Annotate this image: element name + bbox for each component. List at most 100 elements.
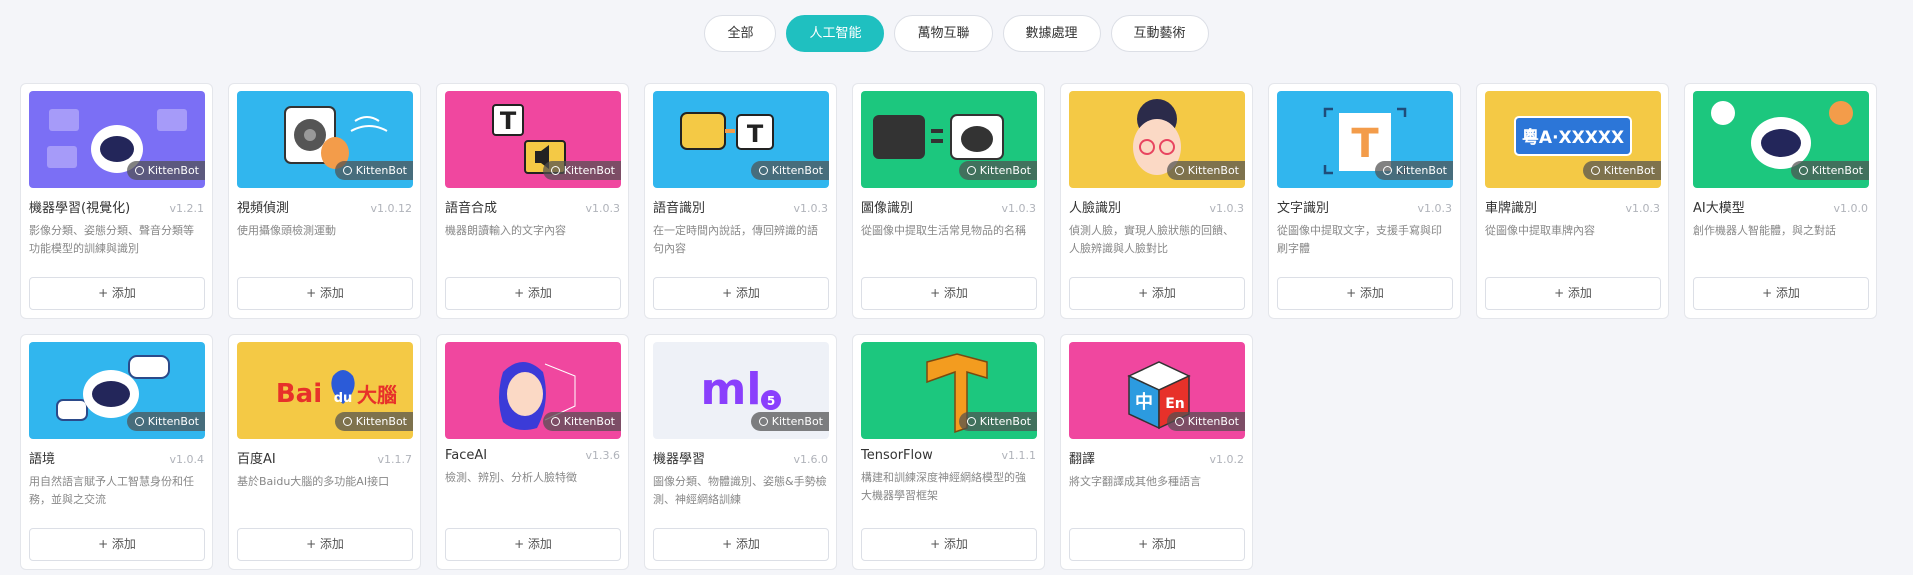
extension-thumbnail: ml 5 KittenBot — [653, 342, 829, 439]
extension-description: 將文字翻譯成其他多種語言 — [1069, 475, 1201, 488]
author-badge: KittenBot — [334, 161, 413, 180]
extension-card[interactable]: KittenBot 視頻偵測 v1.0.12 使用攝像頭檢測運動 + 添加 — [228, 83, 421, 319]
card-title-row: 語境 v1.0.4 — [29, 448, 204, 467]
add-button[interactable]: + 添加 — [861, 528, 1037, 561]
extension-card[interactable]: KittenBot 人臉識別 v1.0.3 偵測人臉，實現人臉狀態的回饋、人臉辨識與人… — [1060, 83, 1253, 319]
svg-text:中: 中 — [1135, 391, 1153, 413]
add-button[interactable]: + 添加 — [237, 277, 413, 310]
author-name: KittenBot — [1603, 164, 1655, 177]
extension-thumbnail: KittenBot — [1069, 91, 1245, 188]
extension-card[interactable]: KittenBot 語境 v1.0.4 用自然語言賦予人工智慧身份和任務，並與之交流 +… — [20, 334, 213, 570]
svg-text:T: T — [747, 120, 764, 148]
author-name: KittenBot — [147, 164, 199, 177]
extension-version: v1.3.6 — [585, 449, 621, 462]
add-button[interactable]: + 添加 — [29, 277, 205, 310]
add-button[interactable]: + 添加 — [1485, 277, 1661, 310]
add-button[interactable]: + 添加 — [237, 528, 413, 561]
user-icon — [1590, 166, 1600, 175]
extension-description: 使用攝像頭檢測運動 — [237, 224, 336, 237]
card-title-row: 機器學習 v1.6.0 — [653, 448, 828, 467]
extension-title: TensorFlow — [861, 448, 933, 463]
extension-description: 創作機器人智能體，與之對話 — [1693, 224, 1836, 237]
author-name: KittenBot — [1187, 164, 1239, 177]
author-name: KittenBot — [771, 415, 823, 428]
author-badge: KittenBot — [958, 161, 1037, 180]
user-icon — [1382, 166, 1392, 175]
extension-card[interactable]: ml 5 KittenBot 機器學習 v1.6.0 圖像分類、物體識別、姿態&手勢檢測、… — [644, 334, 837, 570]
extension-thumbnail: 粵A·XXXXX KittenBot — [1485, 91, 1661, 188]
extension-card[interactable]: KittenBot TensorFlow v1.1.1 構建和訓練深度神經網絡模型的強… — [852, 334, 1045, 570]
svg-text:En: En — [1165, 396, 1185, 412]
add-button[interactable]: + 添加 — [1069, 528, 1245, 561]
extension-thumbnail: KittenBot — [237, 91, 413, 188]
add-button[interactable]: + 添加 — [1693, 277, 1869, 310]
author-badge: KittenBot — [1790, 161, 1869, 180]
add-button[interactable]: + 添加 — [861, 277, 1037, 310]
card-title-row: FaceAI v1.3.6 — [445, 448, 620, 463]
card-title-row: 人臉識別 v1.0.3 — [1069, 197, 1244, 216]
author-name: KittenBot — [563, 415, 615, 428]
user-icon — [134, 417, 144, 426]
extension-title: 語境 — [29, 452, 56, 467]
add-button[interactable]: + 添加 — [29, 528, 205, 561]
tab-2[interactable]: 萬物互聯 — [894, 15, 993, 52]
user-icon — [342, 417, 352, 426]
author-name: KittenBot — [979, 415, 1031, 428]
extension-card[interactable]: 中 En KittenBot 翻譯 v1.0.2 將文字翻譯成其他多種語言 + 添加 — [1060, 334, 1253, 570]
svg-text:Bai: Bai — [276, 379, 322, 409]
user-icon — [550, 417, 560, 426]
extension-title: 機器學習 — [653, 452, 706, 467]
extension-version: v1.1.1 — [1001, 449, 1037, 462]
user-icon — [758, 166, 768, 175]
card-title-row: TensorFlow v1.1.1 — [861, 448, 1036, 463]
extension-title: 百度AI — [237, 452, 276, 467]
add-button[interactable]: + 添加 — [445, 528, 621, 561]
add-button[interactable]: + 添加 — [653, 528, 829, 561]
extension-version: v1.0.4 — [169, 453, 205, 466]
extension-version: v1.2.1 — [169, 202, 205, 215]
extension-version: v1.1.7 — [377, 453, 413, 466]
extension-card[interactable]: KittenBot FaceAI v1.3.6 檢測、辨別、分析人臉特徵 + 添加 — [436, 334, 629, 570]
extension-version: v1.0.12 — [370, 202, 413, 215]
card-title-row: 語音合成 v1.0.3 — [445, 197, 620, 216]
author-badge: KittenBot — [126, 412, 205, 431]
tab-1[interactable]: 人工智能 — [786, 15, 885, 52]
extension-version: v1.0.3 — [793, 202, 829, 215]
extension-description: 從圖像中提取車牌內容 — [1485, 224, 1595, 237]
extension-card[interactable]: 粵A·XXXXX KittenBot 車牌識別 v1.0.3 從圖像中提取車牌內容 + 添… — [1476, 83, 1669, 319]
extension-thumbnail: T KittenBot — [1277, 91, 1453, 188]
card-title-row: 視頻偵測 v1.0.12 — [237, 197, 412, 216]
tab-4[interactable]: 互動藝術 — [1110, 15, 1209, 52]
extension-title: 文字識別 — [1277, 201, 1330, 216]
extension-version: v1.0.3 — [585, 202, 621, 215]
tab-3[interactable]: 數據處理 — [1002, 15, 1101, 52]
extension-title: FaceAI — [445, 448, 488, 463]
extension-card[interactable]: T KittenBot 語音識別 v1.0.3 在一定時間內說話，傳回辨識的語句內容 + … — [644, 83, 837, 319]
svg-text:5: 5 — [767, 394, 775, 408]
author-name: KittenBot — [771, 164, 823, 177]
extension-grid: KittenBot 機器學習(視覺化) v1.2.1 影像分類、姿態分類、聲音分類等功… — [20, 83, 1877, 570]
add-button[interactable]: + 添加 — [1277, 277, 1453, 310]
svg-text:大腦: 大腦 — [357, 383, 397, 407]
extension-version: v1.6.0 — [793, 453, 829, 466]
tab-0[interactable]: 全部 — [704, 15, 777, 52]
add-button[interactable]: + 添加 — [653, 277, 829, 310]
extension-card[interactable]: KittenBot 圖像識別 v1.0.3 從圖像中提取生活常見物品的名稱 + 添加 — [852, 83, 1045, 319]
extension-thumbnail: KittenBot — [861, 342, 1037, 439]
extension-card[interactable]: KittenBot 機器學習(視覺化) v1.2.1 影像分類、姿態分類、聲音分類等功… — [20, 83, 213, 319]
author-name: KittenBot — [355, 164, 407, 177]
author-badge: KittenBot — [126, 161, 205, 180]
card-title-row: 機器學習(視覺化) v1.2.1 — [29, 197, 204, 216]
extension-card[interactable]: T KittenBot 語音合成 v1.0.3 機器朗讀輸入的文字內容 + 添加 — [436, 83, 629, 319]
card-title-row: 文字識別 v1.0.3 — [1277, 197, 1452, 216]
extension-card[interactable]: KittenBot AI大模型 v1.0.0 創作機器人智能體，與之對話 + 添加 — [1684, 83, 1877, 319]
extension-card[interactable]: T KittenBot 文字識別 v1.0.3 從圖像中提取文字，支援手寫與印刷字體 + … — [1268, 83, 1461, 319]
add-button[interactable]: + 添加 — [445, 277, 621, 310]
author-name: KittenBot — [355, 415, 407, 428]
author-name: KittenBot — [1811, 164, 1863, 177]
add-button[interactable]: + 添加 — [1069, 277, 1245, 310]
extension-description: 圖像分類、物體識別、姿態&手勢檢測、神經網絡訓練 — [653, 475, 827, 506]
extension-card[interactable]: Bai du 大腦 KittenBot 百度AI v1.1.7 基於Baidu大腦的多功能A… — [228, 334, 421, 570]
extension-version: v1.0.3 — [1625, 202, 1661, 215]
extension-description: 在一定時間內說話，傳回辨識的語句內容 — [653, 224, 818, 255]
